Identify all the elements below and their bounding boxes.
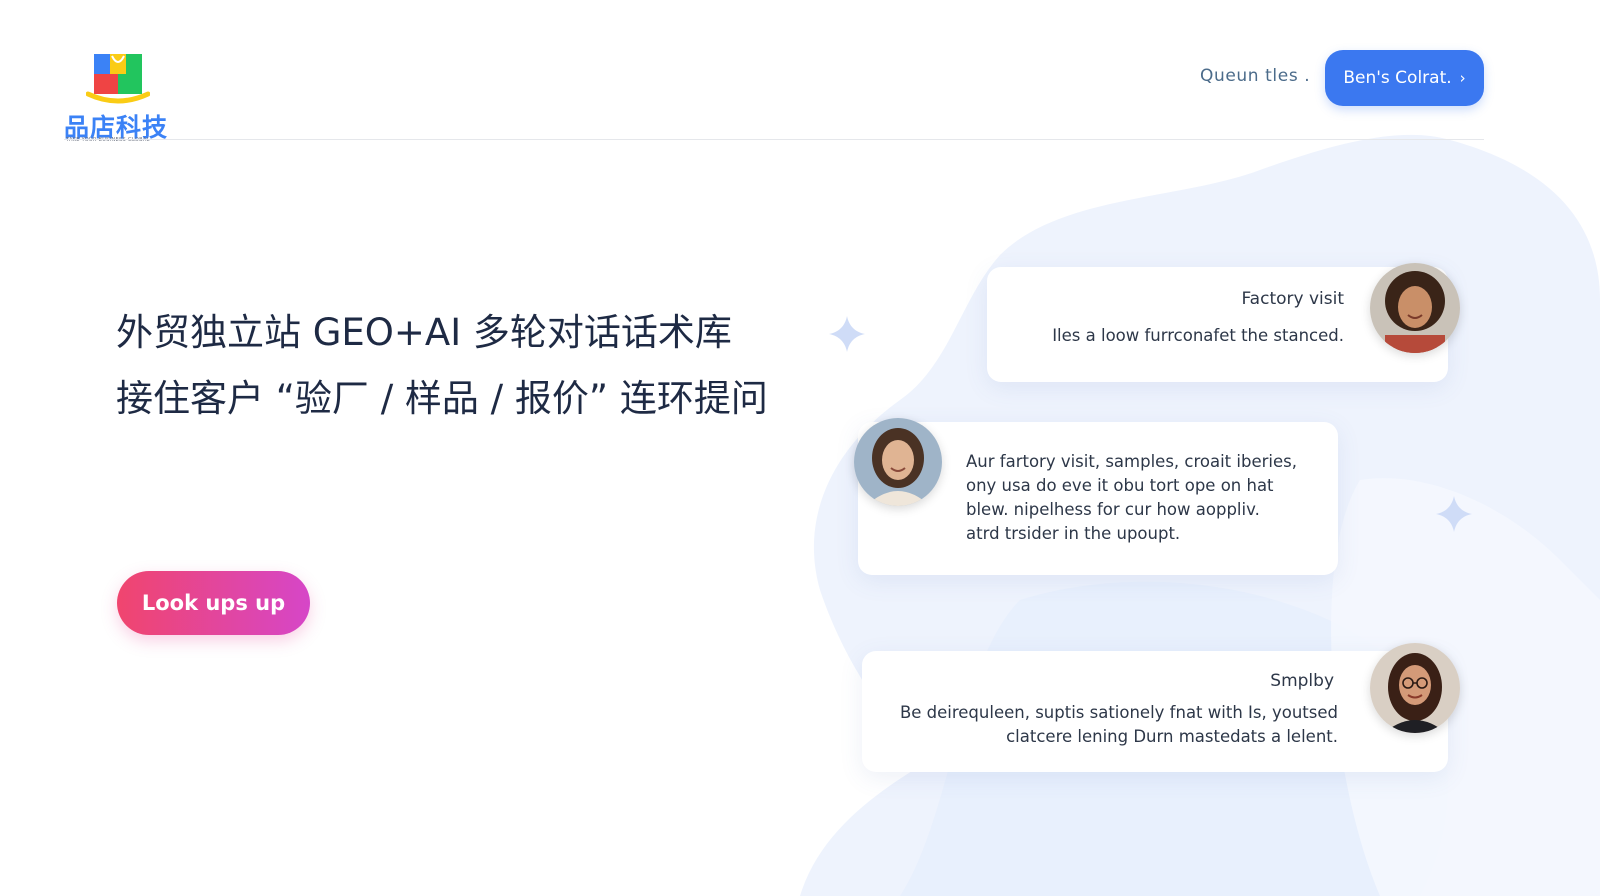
look-up-button[interactable]: Look ups up	[117, 571, 310, 635]
chat-card-line: clatcere lening Durn mastedats a lelent.	[1006, 727, 1338, 746]
shopping-bag-icon	[86, 54, 150, 104]
nav-link[interactable]: Queun tles .	[1200, 66, 1310, 86]
chat-card-title: Smplby	[1270, 671, 1334, 691]
logo-tagline: TAKE YOUR BUSINESS GLOBAL	[66, 137, 150, 143]
hero-title-line-1: 外贸独立站 GEO+AI 多轮对话话术库	[116, 311, 732, 354]
header: 品店科技 TAKE YOUR BUSINESS GLOBAL Queun tle…	[0, 0, 1600, 143]
chat-card-line: Iles a loow furrconafet the stanced.	[1052, 326, 1344, 345]
chat-card-line: Be deirequleen, suptis sationely fnat wi…	[899, 703, 1338, 722]
chat-card: Smplby Be deirequleen, suptis sationely …	[862, 651, 1448, 772]
landing-page: 品店科技 TAKE YOUR BUSINESS GLOBAL Queun tle…	[0, 0, 1600, 896]
chat-card-line: ony usa do eve it obu tort ope on hat	[966, 476, 1274, 495]
chevron-right-icon: ›	[1459, 69, 1466, 87]
chat-card-body: Be deirequleen, suptis sationely fnat wi…	[900, 701, 1338, 749]
avatar-woman-glasses	[1370, 643, 1460, 733]
cta-button[interactable]: Ben's Colrat. ›	[1325, 50, 1484, 106]
hero-title-line-2: 接住客户 “验厂 / 样品 / 报价” 连环提问	[116, 377, 768, 420]
chat-card-body: Iles a loow furrconafet the stanced.	[1052, 324, 1344, 348]
logo[interactable]: 品店科技 TAKE YOUR BUSINESS GLOBAL	[64, 52, 176, 144]
hero-title: 外贸独立站 GEO+AI 多轮对话话术库 接住客户 “验厂 / 样品 / 报价”…	[116, 300, 816, 432]
sparkle-icon	[829, 316, 865, 352]
sparkle-icon	[1436, 496, 1472, 532]
chat-card-line: atrd trsider in the upoupt.	[966, 524, 1181, 543]
chat-card-line: Aur fartory visit, samples, croait iberi…	[966, 452, 1297, 471]
chat-card-body: Aur fartory visit, samples, croait iberi…	[966, 450, 1297, 546]
chat-card-line: blew. nipelhess for cur how aoppliv.	[966, 500, 1260, 519]
cta-button-label: Ben's Colrat.	[1343, 68, 1452, 88]
avatar-woman-long-hair	[854, 418, 942, 506]
header-divider	[64, 139, 1484, 140]
avatar-woman-curly-hair	[1370, 263, 1460, 353]
chat-card-title: Factory visit	[1241, 289, 1344, 309]
